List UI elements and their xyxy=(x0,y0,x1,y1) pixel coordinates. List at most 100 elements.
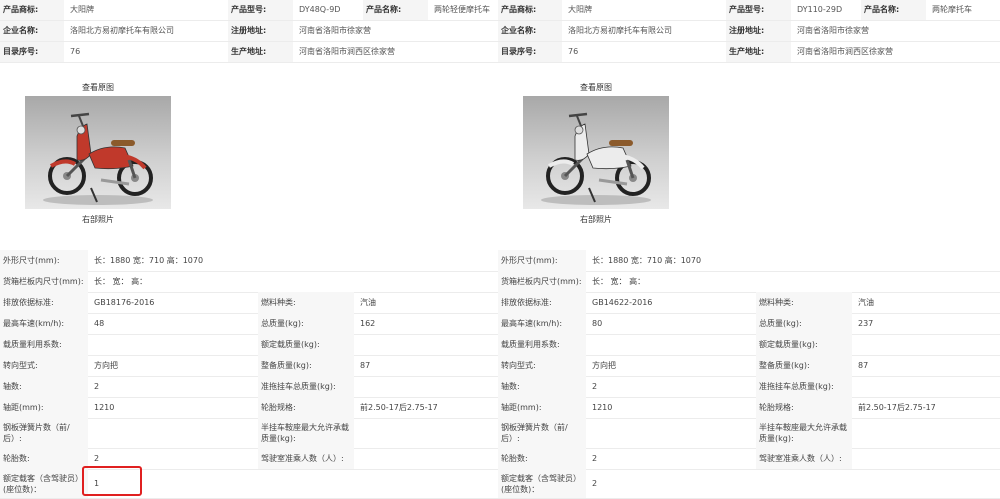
info-row: 目录序号: 76 生产地址: 河南省洛阳市涧西区徐家营 xyxy=(0,42,498,63)
info-row: 产品商标: 大阳牌 产品型号: DY110-29D 产品名称: 两轮摩托车 xyxy=(498,0,1000,21)
emission-value: GB18176-2016 xyxy=(88,292,258,313)
speed-label: 最高车速(km/h): xyxy=(498,313,586,334)
spring-label-text: 钢板弹簧片数（前/后）: xyxy=(3,423,70,443)
info-row: 企业名称: 洛阳北方易初摩托车有限公司 注册地址: 河南省洛阳市徐家营 xyxy=(498,21,1000,42)
spec-row: 轴数: 2 准拖挂车总质量(kg): xyxy=(498,376,1000,398)
company-label: 企业名称: xyxy=(0,21,64,41)
cab-label: 驾驶室准乘人数（人）: xyxy=(258,448,354,469)
tires-value-text: 2 xyxy=(592,454,598,463)
spec-row: 额定载客（含驾驶员）(座位数)： 2 xyxy=(498,469,1000,499)
fuel-value-text: 汽油 xyxy=(360,298,376,307)
brand-value: 大阳牌 xyxy=(568,5,592,14)
emission-label: 排放依据标准: xyxy=(0,292,88,313)
spec-row: 钢板弹簧片数（前/后）: 半挂车鞍座最大允许承载质量(kg): xyxy=(498,418,1000,449)
tires-label: 轮胎数: xyxy=(0,448,88,469)
spec-row: 轮胎数: 2 驾驶室准乘人数（人）: xyxy=(0,448,498,470)
info-row: 目录序号: 76 生产地址: 河南省洛阳市涧西区徐家营 xyxy=(498,42,1000,63)
speed-label: 最高车速(km/h): xyxy=(0,313,88,334)
company-value: 洛阳北方易初摩托车有限公司 xyxy=(568,26,672,35)
total-mass-value: 162 xyxy=(354,313,498,334)
vehicle-photo[interactable] xyxy=(25,96,171,209)
speed-value-text: 80 xyxy=(592,319,603,328)
spring-label-text: 钢板弹簧片数（前/后）: xyxy=(501,423,568,443)
trailer-mass-label-text: 准拖挂车总质量(kg): xyxy=(261,382,336,391)
photo-section: 查看原图 右部照片 xyxy=(0,62,498,248)
curb-mass-value-text: 87 xyxy=(360,361,371,370)
wheelbase-label: 轴距(mm): xyxy=(0,397,88,418)
reg-addr-label: 注册地址: xyxy=(726,21,791,41)
total-mass-label: 总质量(kg): xyxy=(258,313,354,334)
spec-row: 最高车速(km/h): 80 总质量(kg): 237 xyxy=(498,313,1000,335)
spec-row: 最高车速(km/h): 48 总质量(kg): 162 xyxy=(0,313,498,335)
semi-trailer-label-text: 半挂车鞍座最大允许承载质量(kg): xyxy=(261,423,349,443)
spec-row: 钢板弹簧片数（前/后）: 半挂车鞍座最大允许承载质量(kg): xyxy=(0,418,498,449)
tires-value-text: 2 xyxy=(94,454,100,463)
wheelbase-label-text: 轴距(mm): xyxy=(3,403,44,412)
dimensions-label: 外形尺寸(mm): xyxy=(498,250,586,271)
emission-value-text: GB14622-2016 xyxy=(592,298,653,307)
total-mass-label: 总质量(kg): xyxy=(756,313,852,334)
semi-trailer-value xyxy=(852,418,996,448)
prod-addr-label: 生产地址: xyxy=(228,42,293,62)
photo-caption: 右部照片 xyxy=(580,215,612,224)
cargo-label: 货箱栏板内尺寸(mm): xyxy=(498,271,586,292)
steering-value-text: 方向把 xyxy=(94,361,118,370)
seats-value-text: 2 xyxy=(592,479,598,488)
model-label: 产品型号: xyxy=(228,0,293,20)
rated-load-value xyxy=(354,334,498,355)
fuel-value: 汽油 xyxy=(852,292,996,313)
tire-value: 前2.50-17后2.75-17 xyxy=(354,397,498,418)
seats-label-text: 额定载客（含驾驶员）(座位数)： xyxy=(3,473,83,494)
seats-highlight-box xyxy=(82,466,142,496)
seats-label: 额定载客（含驾驶员）(座位数)： xyxy=(0,469,88,498)
reg-addr-label: 注册地址: xyxy=(228,21,293,41)
speed-label-text: 最高车速(km/h): xyxy=(3,319,65,328)
cargo-value-text: 长： 宽： 高： xyxy=(592,277,646,286)
semi-trailer-label: 半挂车鞍座最大允许承载质量(kg): xyxy=(756,418,852,448)
cargo-label: 货箱栏板内尺寸(mm): xyxy=(0,271,88,292)
fuel-label-text: 燃料种类: xyxy=(261,298,296,307)
seats-label: 额定载客（含驾驶员）(座位数)： xyxy=(498,469,586,498)
vehicle-photo[interactable] xyxy=(523,96,669,209)
rated-load-label: 额定载质量(kg): xyxy=(756,334,852,355)
view-original-link[interactable]: 查看原图 xyxy=(25,82,171,93)
rated-load-label: 额定载质量(kg): xyxy=(258,334,354,355)
tire-label-text: 轮胎规格: xyxy=(759,403,794,412)
emission-value-text: GB18176-2016 xyxy=(94,298,155,307)
trailer-mass-value xyxy=(354,376,498,397)
total-mass-label-text: 总质量(kg): xyxy=(759,319,802,328)
curb-mass-label-text: 整备质量(kg): xyxy=(759,361,810,370)
speed-label-text: 最高车速(km/h): xyxy=(501,319,563,328)
load-factor-label-text: 载质量利用系数: xyxy=(3,340,62,349)
spec-row: 排放依据标准: GB14622-2016 燃料种类: 汽油 xyxy=(498,292,1000,314)
tire-label: 轮胎规格: xyxy=(756,397,852,418)
curb-mass-value-text: 87 xyxy=(858,361,869,370)
axles-value: 2 xyxy=(586,376,756,397)
catalog-value: 76 xyxy=(70,47,81,56)
company-label: 企业名称: xyxy=(498,21,562,41)
total-mass-value-text: 237 xyxy=(858,319,874,328)
spec-row: 外形尺寸(mm): 长：1880 宽：710 高：1070 xyxy=(498,250,1000,272)
semi-trailer-label: 半挂车鞍座最大允许承载质量(kg): xyxy=(258,418,354,448)
spec-row: 轴距(mm): 1210 轮胎规格: 前2.50-17后2.75-17 xyxy=(0,397,498,419)
view-original-link[interactable]: 查看原图 xyxy=(523,82,669,93)
load-factor-value xyxy=(586,334,756,355)
vehicle-panel-right: 产品商标: 大阳牌 产品型号: DY110-29D 产品名称: 两轮摩托车 企业名称: 洛阳北… xyxy=(498,0,1000,499)
reg-addr-value: 河南省洛阳市徐家营 xyxy=(797,26,869,35)
spec-row: 轴距(mm): 1210 轮胎规格: 前2.50-17后2.75-17 xyxy=(498,397,1000,419)
trailer-mass-label-text: 准拖挂车总质量(kg): xyxy=(759,382,834,391)
cargo-value-text: 长： 宽： 高： xyxy=(94,277,148,286)
cab-label-text: 驾驶室准乘人数（人）: xyxy=(759,454,842,463)
load-factor-label-text: 载质量利用系数: xyxy=(501,340,560,349)
spec-row: 排放依据标准: GB18176-2016 燃料种类: 汽油 xyxy=(0,292,498,314)
emission-label-text: 排放依据标准: xyxy=(501,298,552,307)
tires-value: 2 xyxy=(586,448,756,469)
model-label: 产品型号: xyxy=(726,0,791,20)
steering-label-text: 转向型式: xyxy=(3,361,38,370)
spec-row: 货箱栏板内尺寸(mm): 长： 宽： 高： xyxy=(498,271,1000,293)
spec-row: 轴数: 2 准拖挂车总质量(kg): xyxy=(0,376,498,398)
axles-label-text: 轴数: xyxy=(501,382,520,391)
seats-label-text: 额定载客（含驾驶员）(座位数)： xyxy=(501,473,581,494)
photo-section: 查看原图 右部照片 xyxy=(498,62,1000,248)
dimensions-label: 外形尺寸(mm): xyxy=(0,250,88,271)
